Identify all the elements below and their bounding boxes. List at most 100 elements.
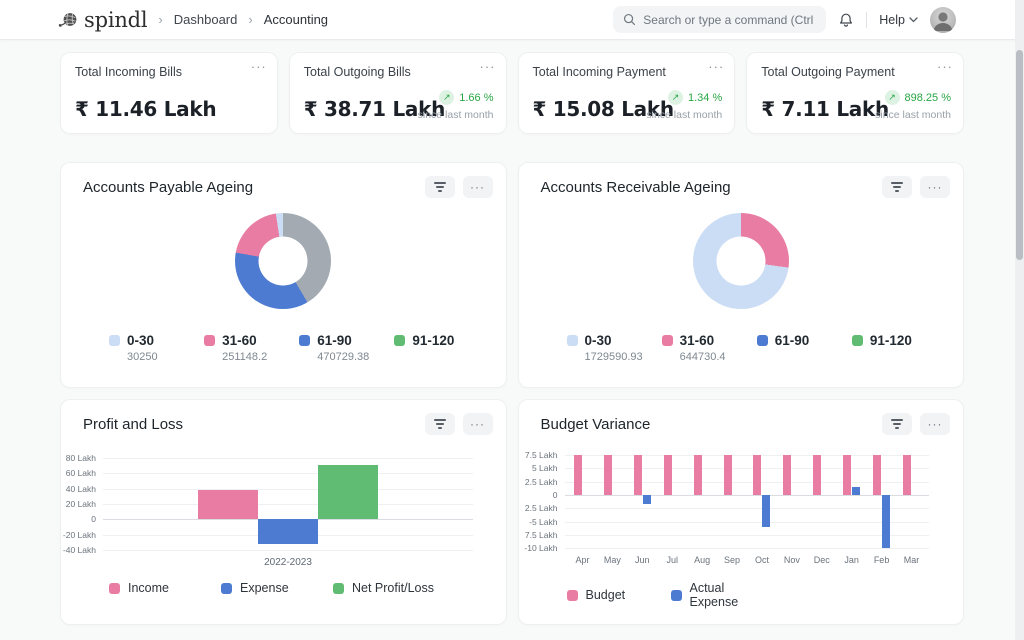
ellipsis-menu-button[interactable]: ··· <box>480 59 496 74</box>
scrollbar-track[interactable] <box>1015 0 1024 640</box>
legend-item-91-120[interactable]: 91-120 <box>852 333 947 364</box>
filter-button[interactable] <box>425 176 455 198</box>
bar-budget-may[interactable] <box>604 455 612 495</box>
legend-label: 31-60 <box>680 333 715 348</box>
y-axis-tick-label: 7.5 Lakh <box>519 450 558 460</box>
legend-label: 61-90 <box>317 333 352 348</box>
legend-item-31-60[interactable]: 31-60 644730.4 <box>662 333 757 364</box>
legend-swatch <box>109 335 120 346</box>
filter-button[interactable] <box>882 413 912 435</box>
legend-swatch <box>662 335 673 346</box>
legend-value: 1729590.93 <box>585 351 662 364</box>
bar-actual-expense-jan[interactable] <box>852 487 860 495</box>
legend-item-budget[interactable]: Budget <box>567 581 671 609</box>
breadcrumb-dashboard[interactable]: Dashboard <box>174 12 238 27</box>
y-axis-tick-label: 60 Lakh <box>61 468 96 478</box>
bar-budget-feb[interactable] <box>873 455 881 495</box>
bar-budget-jul[interactable] <box>664 455 672 495</box>
bar-expense[interactable] <box>258 519 318 544</box>
legend-label: Actual Expense <box>690 581 775 609</box>
app-logo[interactable]: spindl <box>58 8 147 32</box>
budget-legend: Budget Actual Expense <box>567 581 775 609</box>
legend-value: 251148.2 <box>222 351 299 364</box>
legend-item-31-60[interactable]: 31-60 251148.2 <box>204 333 299 364</box>
ellipsis-menu-button[interactable]: ··· <box>463 413 493 435</box>
kpi-title: Total Outgoing Payment <box>761 65 949 79</box>
legend-item-61-90[interactable]: 61-90 470729.38 <box>299 333 394 364</box>
notification-bell-button[interactable] <box>838 12 854 28</box>
legend-value: 644730.4 <box>680 351 757 364</box>
legend-label: Income <box>128 581 169 595</box>
global-search[interactable] <box>613 6 826 33</box>
bar-actual-expense-feb[interactable] <box>882 495 890 548</box>
kpi-title: Total Incoming Payment <box>533 65 721 79</box>
payable-ageing-donut-chart[interactable] <box>235 213 331 309</box>
ellipsis-menu-button[interactable]: ··· <box>251 59 267 74</box>
y-axis-tick-label: 2.5 Lakh <box>519 503 558 513</box>
bar-income[interactable] <box>198 490 258 520</box>
legend-swatch <box>757 335 768 346</box>
filter-button[interactable] <box>425 413 455 435</box>
gridline <box>103 489 473 490</box>
legend-label: 91-120 <box>870 333 912 348</box>
bar-budget-dec[interactable] <box>813 455 821 495</box>
legend-swatch <box>394 335 405 346</box>
trend-up-icon: ↗ <box>668 90 683 105</box>
receivable-ageing-donut-chart[interactable] <box>693 213 789 309</box>
bar-actual-expense-oct[interactable] <box>762 495 770 527</box>
help-menu-button[interactable]: Help <box>879 13 918 27</box>
ellipsis-menu-button[interactable]: ··· <box>920 176 950 198</box>
y-axis-tick-label: 2.5 Lakh <box>519 477 558 487</box>
ellipsis-menu-button[interactable]: ··· <box>708 59 724 74</box>
gridline <box>565 535 929 536</box>
bar-budget-nov[interactable] <box>783 455 791 495</box>
legend-swatch <box>109 583 120 594</box>
budget-variance-chart: 7.5 Lakh5 Lakh2.5 Lakh02.5 Lakh-5 Lakh7.… <box>519 450 964 580</box>
panel-title: Budget Variance <box>541 416 651 433</box>
bar-budget-apr[interactable] <box>574 455 582 495</box>
gridline <box>565 508 929 509</box>
gridline <box>103 458 473 459</box>
legend-item-expense[interactable]: Expense <box>221 581 333 595</box>
bar-net-profit-loss[interactable] <box>318 465 378 519</box>
y-axis-tick-label: 0 <box>519 490 558 500</box>
user-avatar[interactable] <box>930 7 956 33</box>
ellipsis-menu-button[interactable]: ··· <box>463 176 493 198</box>
bar-budget-aug[interactable] <box>694 455 702 495</box>
legend-item-net-profit-loss[interactable]: Net Profit/Loss <box>333 581 445 595</box>
legend-item-61-90[interactable]: 61-90 <box>757 333 852 364</box>
filter-icon <box>434 182 446 192</box>
legend-item-income[interactable]: Income <box>109 581 221 595</box>
kpi-card-total-outgoing-bills: Total Outgoing Bills ··· ₹ 38.71 Lakh ↗ … <box>289 52 507 134</box>
pnl-legend: Income Expense Net Profit/Loss <box>109 581 445 595</box>
legend-label: Expense <box>240 581 289 595</box>
gridline <box>103 504 473 505</box>
legend-item-91-120[interactable]: 91-120 <box>394 333 489 364</box>
ellipsis-menu-button[interactable]: ··· <box>937 59 953 74</box>
legend-item-actual-expense[interactable]: Actual Expense <box>671 581 775 609</box>
legend-value <box>412 351 489 364</box>
bar-budget-oct[interactable] <box>753 455 761 495</box>
breadcrumb: spindl › Dashboard › Accounting <box>58 8 328 32</box>
receivable-ageing-legend: 0-30 1729590.93 31-60 644730.4 61-90 91-… <box>567 333 948 364</box>
legend-label: 91-120 <box>412 333 454 348</box>
breadcrumb-accounting[interactable]: Accounting <box>264 12 328 27</box>
dashboard-content: Total Incoming Bills ··· ₹ 11.46 Lakh To… <box>0 40 1024 625</box>
search-input[interactable] <box>643 13 816 27</box>
gridline <box>565 522 929 523</box>
legend-item-0-30[interactable]: 0-30 30250 <box>109 333 204 364</box>
bar-actual-expense-jun[interactable] <box>643 495 651 504</box>
legend-swatch <box>567 335 578 346</box>
bar-budget-jan[interactable] <box>843 455 851 495</box>
scrollbar-thumb[interactable] <box>1016 50 1023 260</box>
ellipsis-menu-button[interactable]: ··· <box>920 413 950 435</box>
kpi-change-percent: 1.66 % <box>459 92 493 104</box>
legend-label: Budget <box>586 588 626 602</box>
bar-budget-mar[interactable] <box>903 455 911 495</box>
kpi-title: Total Incoming Bills <box>75 65 263 79</box>
filter-button[interactable] <box>882 176 912 198</box>
legend-value <box>870 351 947 364</box>
bar-budget-sep[interactable] <box>724 455 732 495</box>
legend-item-0-30[interactable]: 0-30 1729590.93 <box>567 333 662 364</box>
bar-budget-jun[interactable] <box>634 455 642 495</box>
